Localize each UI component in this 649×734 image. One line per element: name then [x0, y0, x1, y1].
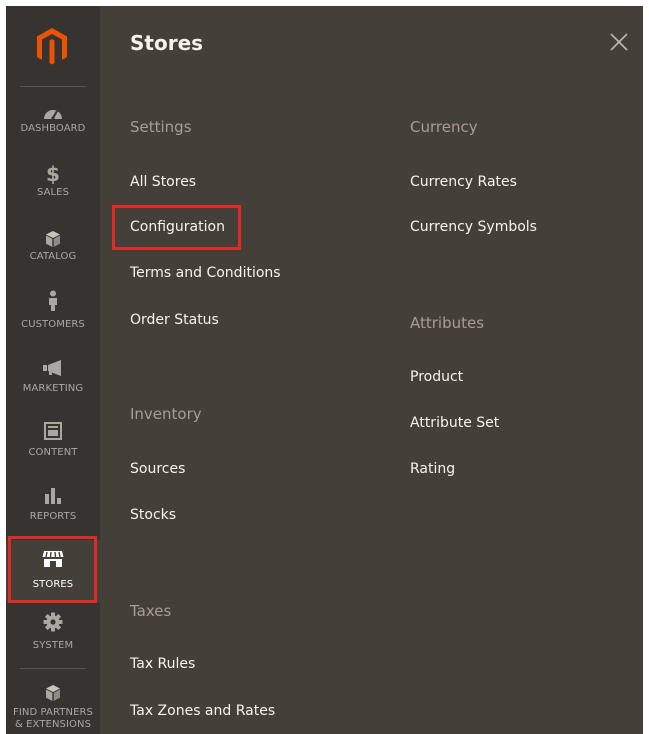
sidebar-item-find-partners[interactable]: FIND PARTNERS & EXTENSIONS: [6, 670, 100, 734]
admin-sidebar: DASHBOARD $ SALES CATALOG CUSTOMERS MARK…: [6, 6, 100, 734]
sidebar-item-dashboard[interactable]: DASHBOARD: [6, 92, 100, 154]
megaphone-icon: [6, 348, 100, 376]
gear-icon: [6, 604, 100, 632]
sidebar-item-label: DASHBOARD: [20, 123, 86, 134]
dollar-icon: $: [6, 156, 100, 184]
menu-link-rating[interactable]: Rating: [410, 461, 455, 477]
sidebar-item-label: REPORTS: [29, 511, 77, 522]
sidebar-item-reports[interactable]: REPORTS: [6, 476, 100, 538]
sidebar-item-content[interactable]: CONTENT: [6, 412, 100, 474]
sidebar-item-label: CUSTOMERS: [21, 319, 85, 330]
svg-text:$: $: [46, 162, 60, 184]
box-icon: [6, 220, 100, 248]
section-title-attributes: Attributes: [410, 314, 485, 332]
menu-link-tax-rules[interactable]: Tax Rules: [130, 656, 195, 672]
sidebar-item-catalog[interactable]: CATALOG: [6, 220, 100, 282]
dashboard-icon: [6, 92, 100, 120]
sidebar-item-marketing[interactable]: MARKETING: [6, 348, 100, 410]
section-title-currency: Currency: [410, 118, 478, 136]
menu-link-attribute-set[interactable]: Attribute Set: [410, 415, 499, 431]
content-layout-icon: [6, 412, 100, 440]
section-title-inventory: Inventory: [130, 405, 202, 423]
configuration-highlight-box: [112, 205, 241, 250]
menu-link-sources[interactable]: Sources: [130, 461, 185, 477]
sidebar-item-system[interactable]: SYSTEM: [6, 604, 100, 666]
menu-link-all-stores[interactable]: All Stores: [130, 174, 196, 190]
menu-link-currency-symbols[interactable]: Currency Symbols: [410, 219, 537, 235]
sidebar-item-customers[interactable]: CUSTOMERS: [6, 284, 100, 346]
sidebar-item-sales[interactable]: $ SALES: [6, 156, 100, 218]
stores-highlight-box: [8, 536, 97, 603]
menu-link-product[interactable]: Product: [410, 369, 463, 385]
menu-link-tax-zones-and-rates[interactable]: Tax Zones and Rates: [130, 703, 275, 719]
menu-link-stocks[interactable]: Stocks: [130, 507, 176, 523]
section-title-taxes: Taxes: [130, 602, 172, 620]
person-icon: [6, 284, 100, 312]
menu-link-order-status[interactable]: Order Status: [130, 312, 219, 328]
admin-window: DASHBOARD $ SALES CATALOG CUSTOMERS MARK…: [6, 6, 643, 734]
magento-logo-icon[interactable]: [34, 26, 70, 66]
menu-link-currency-rates[interactable]: Currency Rates: [410, 174, 517, 190]
sidebar-item-label-line1: FIND PARTNERS: [12, 707, 94, 718]
section-title-settings: Settings: [130, 118, 192, 136]
menu-link-terms-and-conditions[interactable]: Terms and Conditions: [130, 265, 281, 281]
sidebar-item-label: SALES: [36, 187, 70, 198]
sidebar-item-label: CATALOG: [29, 251, 77, 262]
sidebar-item-label: CONTENT: [28, 447, 78, 458]
panel-title: Stores: [130, 31, 204, 55]
sidebar-divider: [20, 668, 86, 669]
sidebar-item-label: MARKETING: [22, 383, 84, 394]
bar-chart-icon: [6, 476, 100, 504]
sidebar-item-label-line2: & EXTENSIONS: [14, 719, 92, 730]
sidebar-divider: [20, 86, 86, 87]
sidebar-item-label: SYSTEM: [32, 640, 74, 651]
close-icon[interactable]: [607, 30, 631, 54]
extensions-box-icon: [6, 670, 100, 702]
